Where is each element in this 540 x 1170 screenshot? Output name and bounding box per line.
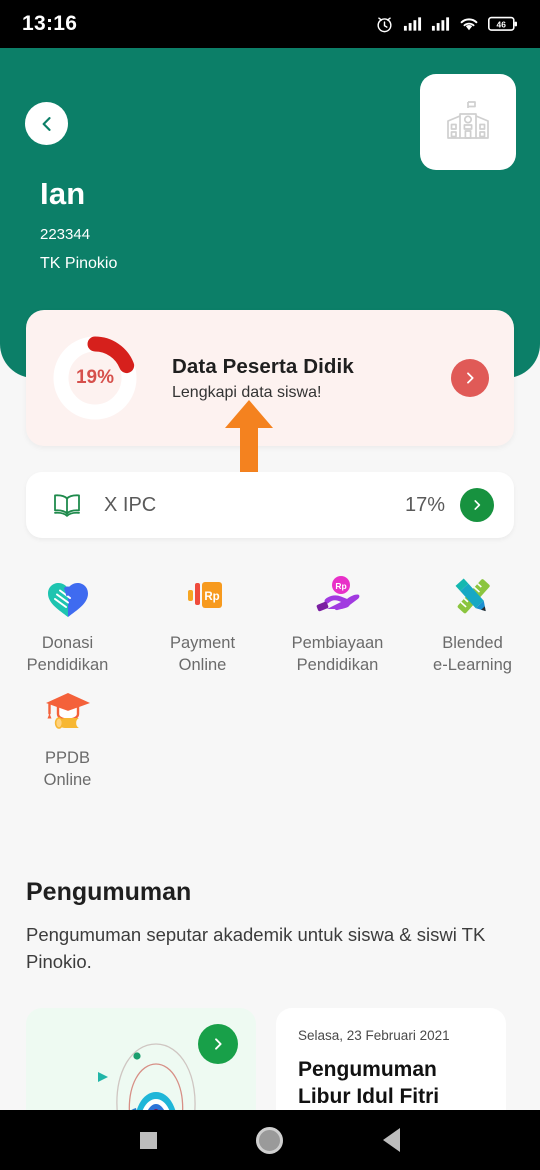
class-card-arrow-button[interactable] [460, 488, 494, 522]
up-arrow-annotation [225, 400, 273, 472]
hand-rp-coin-icon: Rp [313, 572, 363, 624]
announcement-headline: Pengumuman Libur Idul Fitri [298, 1058, 440, 1109]
signal-1-icon [403, 17, 422, 31]
school-name: TK Pinokio [40, 255, 118, 272]
chevron-right-icon [215, 1038, 222, 1050]
menu-label-line2: Pendidikan [296, 656, 379, 675]
wifi-icon [460, 18, 478, 31]
menu-label-line1: PPDB [45, 748, 90, 767]
triangle-back-icon[interactable] [383, 1128, 401, 1152]
back-button[interactable] [25, 102, 68, 145]
student-id: 223344 [40, 226, 91, 243]
menu-item-blended-elearning[interactable]: Blended e-Learning [405, 562, 540, 677]
menu-label-line1: Blended [442, 634, 503, 652]
student-name: Ian [40, 176, 86, 211]
square-recents-icon[interactable] [139, 1131, 157, 1149]
menu-item-label: Payment Online [139, 632, 267, 677]
menu-label-line2: Pendidikan [26, 656, 109, 675]
pencil-ruler-icon [449, 572, 497, 624]
data-card-title: Data Peserta Didik [172, 354, 354, 378]
class-card[interactable]: X IPC 17% [26, 472, 514, 538]
menu-label-line2: Online [43, 770, 92, 789]
menu-item-label: Blended e-Learning [409, 632, 537, 677]
chevron-right-icon [467, 372, 474, 384]
class-label: X IPC [104, 493, 157, 516]
payment-rp-card-icon: Rp [179, 572, 227, 624]
menu-grid: Donasi Pendidikan Rp Payment Online Rp P… [0, 562, 540, 791]
menu-label-line1: Payment [169, 634, 236, 652]
menu-item-donasi-pendidikan[interactable]: Donasi Pendidikan [0, 562, 135, 677]
alarm-icon [377, 16, 392, 32]
status-bar: 13:16 46 [0, 0, 540, 48]
menu-label-line2: e-Learning [433, 656, 512, 675]
menu-item-label: Pembiayaan Pendidikan [274, 632, 402, 677]
battery-level-text: 46 [497, 19, 507, 29]
school-logo-card[interactable] [420, 74, 516, 170]
school-building-icon [447, 101, 489, 139]
donation-hands-heart-icon [44, 572, 92, 624]
announcement-date: Selasa, 23 Februari 2021 [298, 1028, 450, 1043]
android-nav-bar [0, 1110, 540, 1170]
open-book-icon [52, 492, 82, 518]
announcement-section-description: Pengumuman seputar akademik untuk siswa … [26, 924, 486, 972]
menu-item-ppdb-online[interactable]: PPDB Online [0, 677, 135, 792]
signal-2-icon [431, 17, 450, 31]
menu-item-label: PPDB Online [4, 747, 132, 792]
circle-home-icon[interactable] [256, 1126, 284, 1154]
status-bar-time: 13:16 [22, 12, 78, 35]
graduation-cap-diploma-icon [43, 687, 93, 739]
chevron-left-icon [42, 116, 51, 131]
chevron-right-icon [474, 500, 481, 510]
battery-icon: 46 [488, 16, 517, 31]
menu-item-label: Donasi Pendidikan [4, 632, 132, 677]
menu-label-line1: Pembiayaan [291, 634, 384, 652]
menu-item-pembiayaan-pendidikan[interactable]: Rp Pembiayaan Pendidikan [270, 562, 405, 677]
announcement-go-button[interactable] [198, 1024, 238, 1064]
status-bar-icons: 46 [375, 15, 518, 34]
svg-text:Rp: Rp [204, 591, 219, 603]
data-card-arrow-button[interactable] [451, 359, 489, 397]
menu-label-line2: Online [178, 656, 227, 675]
menu-label-line1: Donasi [41, 634, 94, 652]
completion-progress-ring: 19% [47, 330, 143, 426]
svg-text:Rp: Rp [335, 581, 346, 591]
class-percent: 17% [404, 493, 445, 516]
data-card-subtitle: Lengkapi data siswa! [172, 383, 322, 401]
data-card-text: Data Peserta Didik Lengkapi data siswa! [172, 355, 451, 402]
progress-percent-label: 19% [75, 367, 115, 388]
announcement-section-title: Pengumuman [26, 878, 192, 906]
menu-item-payment-online[interactable]: Rp Payment Online [135, 562, 270, 677]
